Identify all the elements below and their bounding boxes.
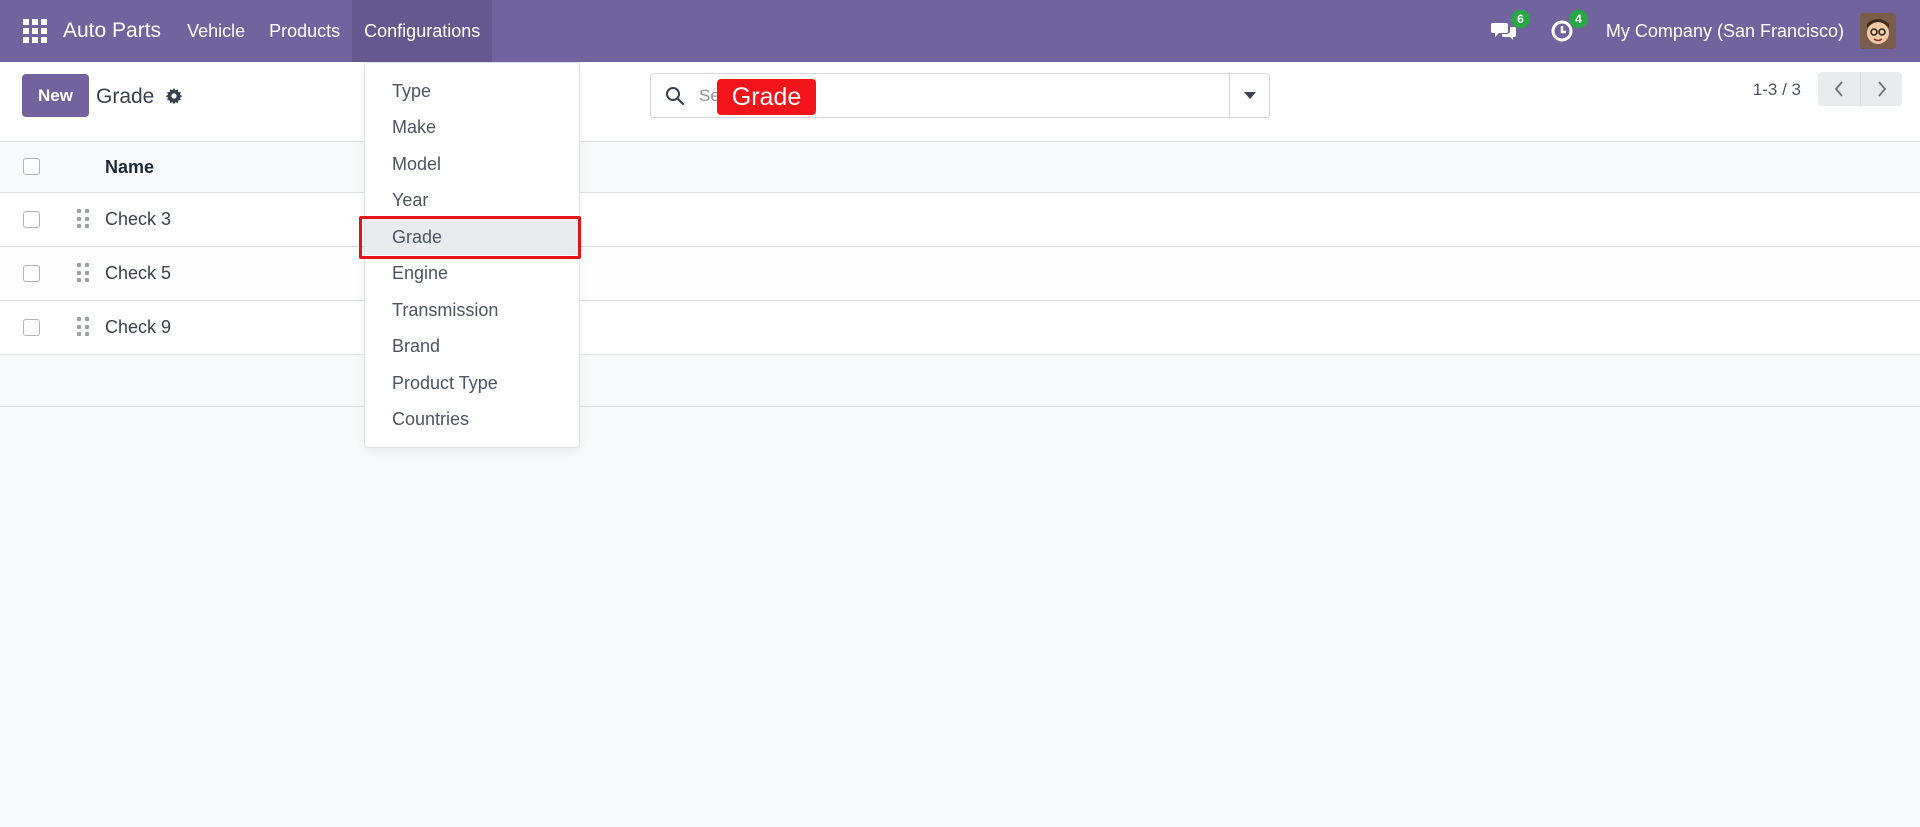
- dropdown-item-model[interactable]: Model: [365, 146, 579, 182]
- highlight-box: [359, 216, 581, 259]
- row-checkbox[interactable]: [23, 211, 40, 228]
- annotation-label: Grade: [717, 79, 816, 115]
- cell-name: Check 3: [105, 209, 172, 229]
- pager-value[interactable]: 1-3 / 3: [1753, 80, 1801, 100]
- table-header: Name: [0, 142, 1920, 193]
- table-footer: [0, 355, 1920, 407]
- drag-handle-icon[interactable]: [77, 263, 89, 283]
- chevron-left-icon: [1834, 81, 1843, 97]
- select-all-checkbox[interactable]: [23, 158, 40, 175]
- messages-button[interactable]: 6: [1490, 10, 1530, 45]
- table-row[interactable]: Check 9: [0, 301, 1920, 355]
- pager-previous-button[interactable]: [1818, 72, 1860, 106]
- menu-configurations[interactable]: Configurations: [352, 0, 493, 62]
- dropdown-item-year[interactable]: Year: [365, 182, 579, 218]
- list-table: Name Check 3 Check 5 Check 9: [0, 142, 1920, 407]
- company-switcher[interactable]: My Company (San Francisco): [1606, 21, 1844, 42]
- drag-handle-icon[interactable]: [77, 209, 89, 229]
- pager-next-button[interactable]: [1860, 72, 1902, 106]
- table-row[interactable]: Check 5: [0, 247, 1920, 301]
- drag-handle-icon[interactable]: [77, 317, 89, 337]
- top-navbar: Auto Parts Vehicle Products Configuratio…: [0, 0, 1920, 62]
- dropdown-item-transmission[interactable]: Transmission: [365, 292, 579, 328]
- menu-vehicle[interactable]: Vehicle: [175, 0, 257, 62]
- dropdown-item-product-type[interactable]: Product Type: [365, 365, 579, 401]
- row-checkbox[interactable]: [23, 265, 40, 282]
- activities-button[interactable]: 4: [1548, 10, 1588, 45]
- cell-name: Check 5: [105, 263, 172, 283]
- page-title: Grade: [96, 85, 155, 108]
- dropdown-item-brand[interactable]: Brand: [365, 328, 579, 364]
- chevron-right-icon: [1877, 81, 1886, 97]
- menu-products[interactable]: Products: [257, 0, 352, 62]
- activities-badge: 4: [1568, 10, 1588, 28]
- search-icon: [666, 87, 685, 106]
- new-button[interactable]: New: [22, 74, 89, 117]
- dropdown-item-type[interactable]: Type: [365, 73, 579, 109]
- gear-icon[interactable]: [166, 88, 182, 104]
- search-options-toggle[interactable]: [1229, 74, 1269, 117]
- column-header-name[interactable]: Name: [105, 157, 154, 178]
- control-panel: New Grade Se 1-3 / 3: [0, 62, 1920, 142]
- dropdown-item-countries[interactable]: Countries: [365, 401, 579, 437]
- cell-name: Check 9: [105, 317, 172, 337]
- dropdown-item-make[interactable]: Make: [365, 109, 579, 145]
- caret-down-icon: [1243, 91, 1256, 99]
- apps-menu-icon[interactable]: [23, 19, 47, 43]
- messages-badge: 6: [1510, 10, 1530, 28]
- app-name[interactable]: Auto Parts: [63, 19, 161, 43]
- table-row[interactable]: Check 3: [0, 193, 1920, 247]
- row-checkbox[interactable]: [23, 319, 40, 336]
- dropdown-item-engine[interactable]: Engine: [365, 255, 579, 291]
- user-avatar[interactable]: [1860, 13, 1896, 49]
